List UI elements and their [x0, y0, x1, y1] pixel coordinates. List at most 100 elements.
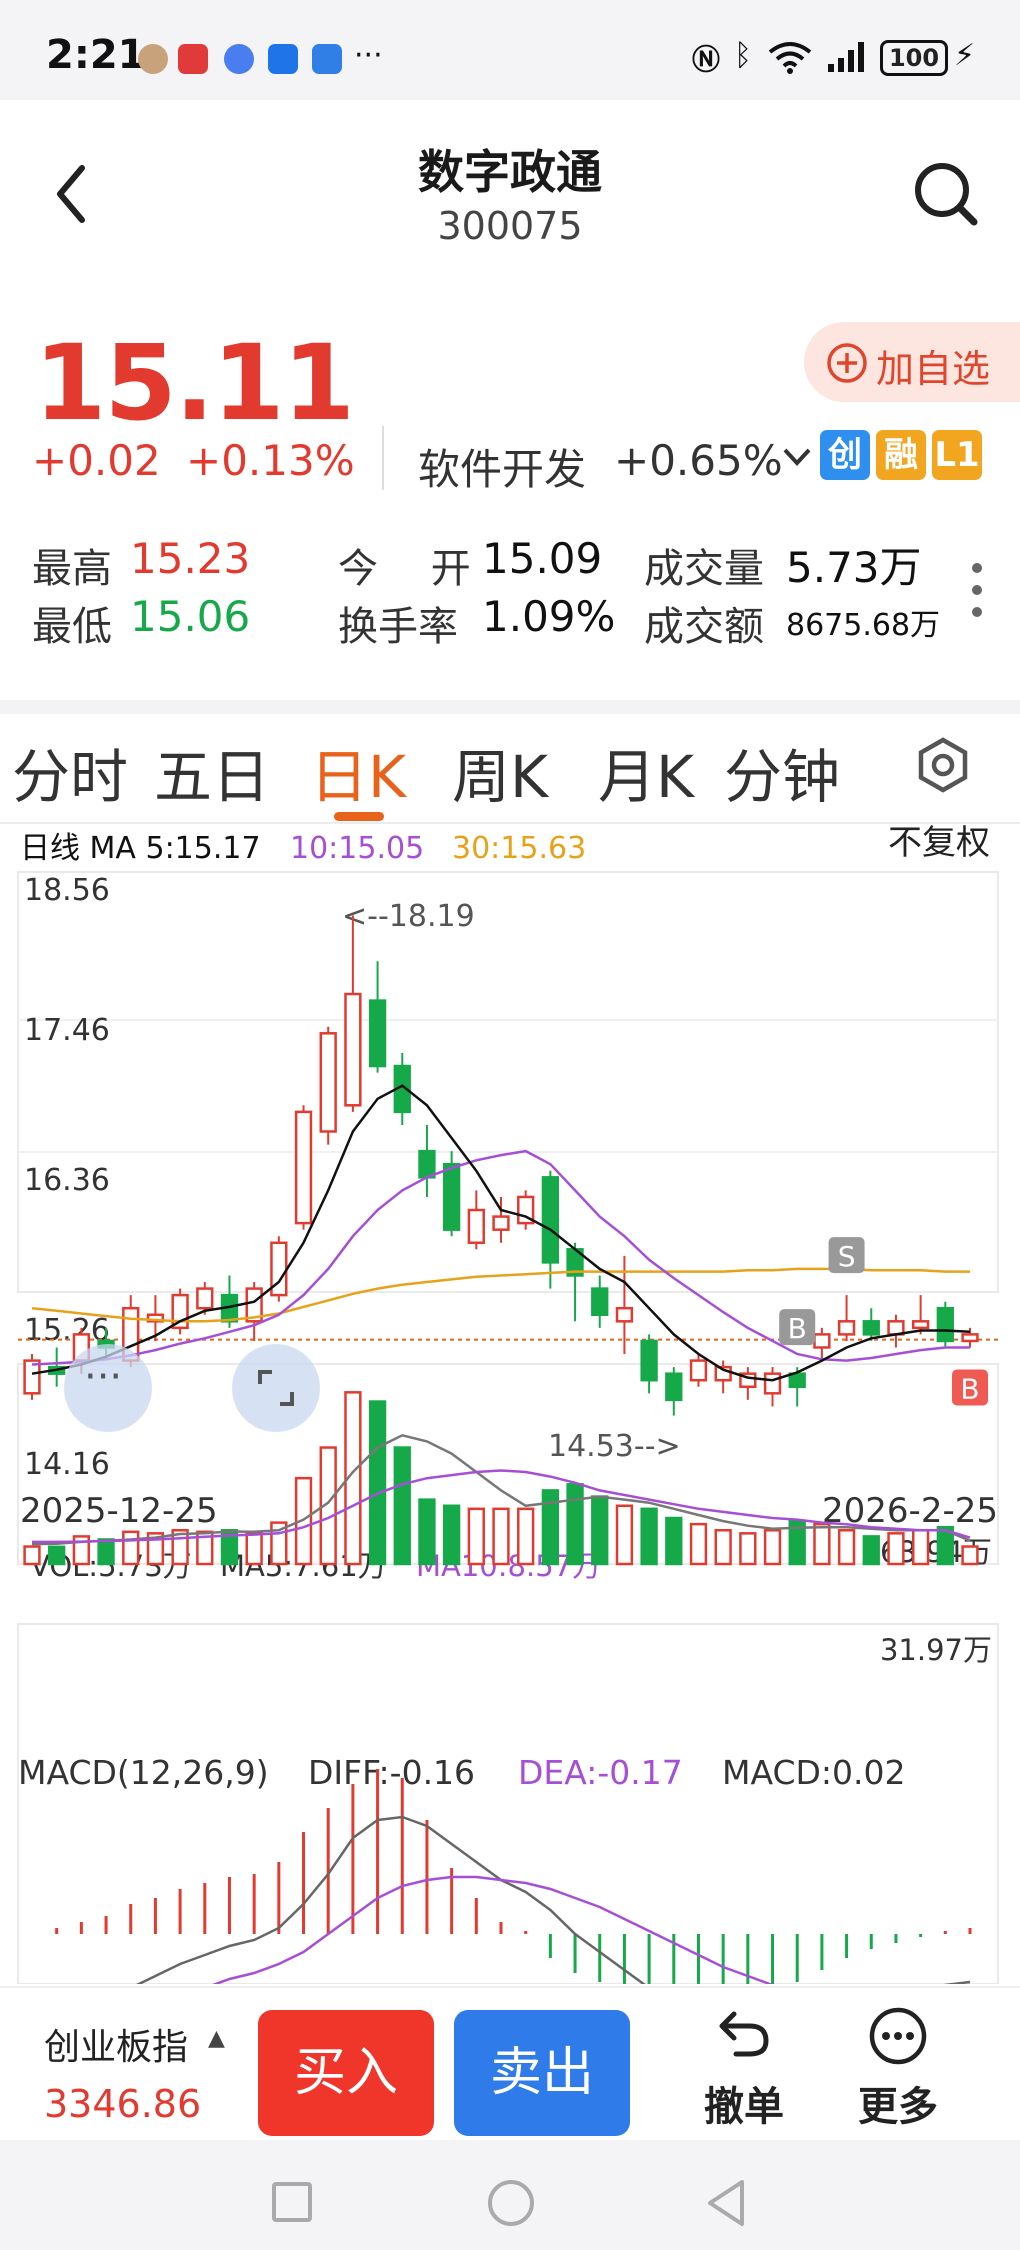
volume-bar [862, 1535, 880, 1566]
buy-button[interactable]: 买入 [258, 2010, 434, 2136]
vol-mid-label: 31.97万 [880, 1633, 992, 1667]
macd-legend: MACD(12,26,9) [18, 1753, 269, 1792]
candle-body [23, 1359, 41, 1395]
low-value: 15.06 [130, 592, 251, 641]
tab-monthly-k[interactable]: 月K [598, 730, 694, 814]
divider [382, 426, 384, 490]
kline-chart-svg[interactable]: 日线 MA 5:15.17 10:15.05 30:15.63 不复权 18.5… [0, 824, 1020, 1984]
candle-body [640, 1339, 658, 1382]
browser-app-icon [312, 44, 342, 74]
sell-button[interactable]: 卖出 [454, 2010, 630, 2136]
more-label[interactable]: 更多 [858, 2074, 938, 2132]
volume-bar [492, 1507, 510, 1566]
fullscreen-button[interactable] [232, 1344, 320, 1432]
signal-label: B [960, 1372, 979, 1405]
bluetooth-icon: ᛒ [734, 38, 752, 73]
chart-more-button[interactable]: ··· [64, 1344, 152, 1432]
play-app-icon [268, 44, 298, 74]
sector-name[interactable]: 软件开发 [418, 436, 586, 497]
more-circle-icon[interactable] [868, 2006, 928, 2066]
turnover-value: 1.09% [482, 592, 616, 641]
candle-body [763, 1372, 782, 1395]
candle-body [862, 1320, 880, 1336]
candle-body [813, 1333, 831, 1349]
candle-body [591, 1287, 609, 1317]
wifi-icon [768, 42, 812, 74]
volume-bar [23, 1545, 41, 1566]
price-change-pct: +0.13% [186, 436, 355, 485]
ma30-legend: 30:15.63 [452, 831, 586, 866]
chinext-badge: 创 [820, 430, 870, 480]
margin-badge: 融 [876, 430, 926, 480]
status-time: 2:21 [46, 32, 146, 78]
volume-bar [122, 1530, 140, 1566]
tab-weekly-k[interactable]: 周K [452, 730, 548, 814]
volume-bar [813, 1522, 831, 1566]
active-tab-indicator [334, 812, 384, 821]
volume-bar [97, 1538, 115, 1566]
kline-chart-area[interactable]: 日线 MA 5:15.17 10:15.05 30:15.63 不复权 18.5… [0, 824, 1020, 1984]
chevron-down-icon[interactable] [782, 446, 812, 468]
avatar-app-icon [138, 44, 168, 74]
candle-body [911, 1320, 930, 1330]
index-name[interactable]: 创业板指 [44, 2018, 188, 2070]
add-watchlist-label: 加自选 [876, 347, 991, 391]
amount-label: 成交额 [644, 604, 764, 650]
volume-bar [887, 1532, 905, 1566]
volume-bar [467, 1507, 485, 1566]
volume-bar [48, 1545, 66, 1566]
candle-body [541, 1176, 560, 1264]
status-bar: 2:21 ··· Ⓝ ᛒ 100 ⚡ [0, 0, 1020, 100]
macd-value-legend: MACD:0.02 [722, 1753, 906, 1792]
candle-body [936, 1306, 954, 1343]
more-vertical-icon[interactable] [966, 560, 988, 620]
back-nav-icon[interactable] [704, 2178, 748, 2228]
cancel-order-label[interactable]: 撤单 [704, 2074, 784, 2132]
tab-daily-k[interactable]: 日K [310, 730, 406, 814]
add-watchlist-button[interactable]: 加自选 [804, 322, 1020, 402]
settings-icon[interactable] [914, 736, 972, 794]
candle-body [319, 1032, 337, 1133]
high-annotation: <--18.19 [342, 899, 475, 934]
tab-minute[interactable]: 分钟 [724, 730, 840, 814]
volume-bar [911, 1529, 930, 1566]
current-price: 15.11 [34, 322, 355, 444]
y-tick-label: 15.26 [24, 1313, 110, 1348]
y-tick-label: 14.16 [24, 1447, 110, 1482]
signal-label: B [788, 1312, 807, 1345]
index-caret-icon[interactable]: ▲ [208, 2026, 225, 2051]
recents-icon[interactable] [272, 2182, 312, 2222]
tab-five-day[interactable]: 五日 [154, 730, 270, 814]
volume-bar [837, 1529, 856, 1566]
volume-bar [689, 1522, 708, 1566]
adjust-toggle[interactable]: 不复权 [888, 824, 990, 863]
charging-icon: ⚡ [954, 38, 976, 73]
stock-name: 数字政通 [418, 145, 602, 199]
volume-bar [763, 1529, 782, 1566]
volume-bar [393, 1446, 411, 1566]
volume-label: 成交量 [644, 546, 764, 592]
volume-value: 5.73万 [786, 543, 922, 592]
macd-frame [17, 1623, 999, 1984]
volume-bar [368, 1400, 387, 1566]
x-start-date: 2025-12-25 [20, 1491, 218, 1531]
home-icon[interactable] [488, 2180, 534, 2226]
candle-body [294, 1110, 313, 1225]
candle-body [665, 1372, 683, 1402]
undo-icon[interactable] [716, 2006, 774, 2060]
nfc-icon: Ⓝ [692, 43, 721, 76]
tab-intraday[interactable]: 分时 [12, 730, 128, 814]
signal-label: S [838, 1240, 856, 1273]
volume-bar [739, 1532, 757, 1566]
amount-value: 8675.68万 [786, 608, 941, 643]
low-annotation: 14.53--> [548, 1429, 681, 1464]
ellipsis-icon: ··· [84, 1354, 123, 1400]
candle-body [442, 1162, 461, 1231]
signal-icon [828, 42, 864, 72]
candle-body [368, 999, 387, 1068]
ma10-legend: 10:15.05 [290, 831, 424, 866]
search-icon[interactable] [910, 158, 980, 228]
red-app-icon [178, 44, 208, 74]
sector-change[interactable]: +0.65% [614, 436, 783, 485]
candle-body [196, 1287, 214, 1310]
